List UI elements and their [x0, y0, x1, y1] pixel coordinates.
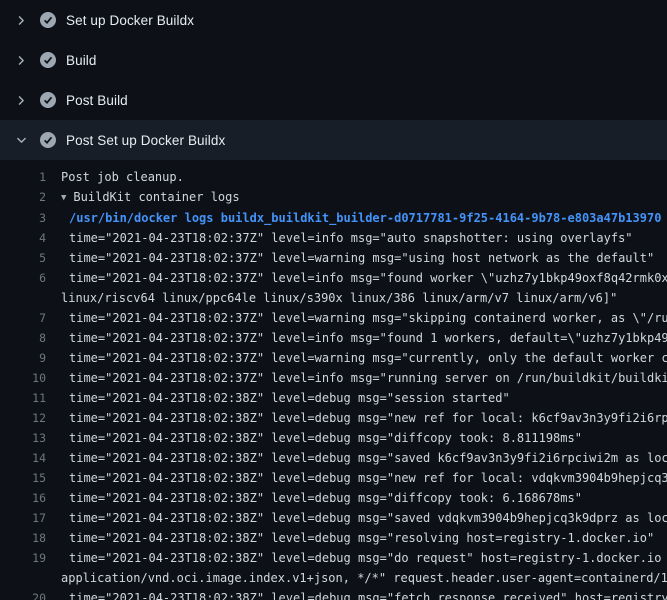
line-number: [0, 288, 46, 308]
log-line: 19time="2021-04-23T18:02:38Z" level=debu…: [0, 548, 667, 568]
command-text: /usr/bin/docker logs buildx_buildkit_bui…: [46, 208, 667, 228]
log-text: time="2021-04-23T18:02:37Z" level=warnin…: [46, 248, 667, 268]
log-text: Post job cleanup.: [46, 167, 667, 187]
line-number[interactable]: 7: [0, 308, 46, 328]
log-text: time="2021-04-23T18:02:37Z" level=warnin…: [46, 348, 667, 368]
line-number[interactable]: 9: [0, 348, 46, 368]
line-number[interactable]: 13: [0, 428, 46, 448]
log-text: linux/riscv64 linux/ppc64le linux/s390x …: [46, 288, 667, 308]
check-circle-icon: [40, 12, 56, 28]
log-panel: 1Post job cleanup.2 ▼ BuildKit container l…: [0, 160, 667, 600]
line-number[interactable]: 8: [0, 328, 46, 348]
line-number[interactable]: 4: [0, 228, 46, 248]
log-text: time="2021-04-23T18:02:38Z" level=debug …: [46, 588, 667, 600]
log-line: 14time="2021-04-23T18:02:38Z" level=debu…: [0, 448, 667, 468]
line-number[interactable]: 17: [0, 508, 46, 528]
line-number[interactable]: 12: [0, 408, 46, 428]
line-number[interactable]: 11: [0, 388, 46, 408]
step-header-post-set-up-docker-buildx[interactable]: Post Set up Docker Buildx: [0, 120, 667, 160]
log-line-continuation: application/vnd.oci.image.index.v1+json,…: [0, 568, 667, 588]
log-text: time="2021-04-23T18:02:37Z" level=info m…: [46, 268, 667, 288]
line-number[interactable]: 6: [0, 268, 46, 288]
log-text: time="2021-04-23T18:02:38Z" level=debug …: [46, 448, 667, 468]
log-line: 15time="2021-04-23T18:02:38Z" level=debu…: [0, 468, 667, 488]
log-text: time="2021-04-23T18:02:38Z" level=debug …: [46, 388, 667, 408]
log-group-label: BuildKit container logs: [73, 190, 239, 204]
line-number[interactable]: 20: [0, 588, 46, 600]
check-circle-icon: [40, 52, 56, 68]
log-line: 12time="2021-04-23T18:02:38Z" level=debu…: [0, 408, 667, 428]
check-circle-icon: [40, 132, 56, 148]
chevron-right-icon: [13, 12, 29, 28]
line-number[interactable]: 14: [0, 448, 46, 468]
line-number[interactable]: 15: [0, 468, 46, 488]
log-line: 10time="2021-04-23T18:02:37Z" level=info…: [0, 368, 667, 388]
log-line: 18time="2021-04-23T18:02:38Z" level=debu…: [0, 528, 667, 548]
log-line: 11time="2021-04-23T18:02:38Z" level=debu…: [0, 388, 667, 408]
log-text: time="2021-04-23T18:02:38Z" level=debug …: [46, 428, 667, 448]
log-group-toggle[interactable]: ▼ BuildKit container logs: [46, 187, 667, 208]
log-text: time="2021-04-23T18:02:38Z" level=debug …: [46, 528, 667, 548]
log-line-continuation: linux/riscv64 linux/ppc64le linux/s390x …: [0, 288, 667, 308]
line-number: [0, 568, 46, 588]
check-circle-icon: [40, 92, 56, 108]
log-text: time="2021-04-23T18:02:38Z" level=debug …: [46, 488, 667, 508]
log-line: 3/usr/bin/docker logs buildx_buildkit_bu…: [0, 208, 667, 228]
log-line: 2 ▼ BuildKit container logs: [0, 187, 667, 208]
step-label: Set up Docker Buildx: [66, 13, 194, 28]
log-line: 13time="2021-04-23T18:02:38Z" level=debu…: [0, 428, 667, 448]
log-line: 20time="2021-04-23T18:02:38Z" level=debu…: [0, 588, 667, 600]
log-line: 8time="2021-04-23T18:02:37Z" level=info …: [0, 328, 667, 348]
chevron-right-icon: [13, 92, 29, 108]
log-text: time="2021-04-23T18:02:37Z" level=info m…: [46, 328, 667, 348]
log-line: 9time="2021-04-23T18:02:37Z" level=warni…: [0, 348, 667, 368]
steps-list: Set up Docker Buildx Build Post Build Post …: [0, 0, 667, 160]
log-text: application/vnd.oci.image.index.v1+json,…: [46, 568, 667, 588]
log-line: 16time="2021-04-23T18:02:38Z" level=debu…: [0, 488, 667, 508]
chevron-right-icon: [13, 52, 29, 68]
line-number[interactable]: 10: [0, 368, 46, 388]
log-text: time="2021-04-23T18:02:38Z" level=debug …: [46, 408, 667, 428]
step-label: Post Build: [66, 93, 128, 108]
log-text: time="2021-04-23T18:02:37Z" level=info m…: [46, 368, 667, 388]
step-header-build[interactable]: Build: [0, 40, 667, 80]
chevron-down-icon: [13, 132, 29, 148]
step-label: Build: [66, 53, 97, 68]
log-text: time="2021-04-23T18:02:38Z" level=debug …: [46, 548, 667, 568]
log-line: 1Post job cleanup.: [0, 167, 667, 187]
log-text: time="2021-04-23T18:02:37Z" level=info m…: [46, 228, 667, 248]
line-number[interactable]: 1: [0, 167, 46, 187]
line-number[interactable]: 3: [0, 208, 46, 228]
log-line: 5time="2021-04-23T18:02:37Z" level=warni…: [0, 248, 667, 268]
log-line: 17time="2021-04-23T18:02:38Z" level=debu…: [0, 508, 667, 528]
log-line: 6time="2021-04-23T18:02:37Z" level=info …: [0, 268, 667, 288]
line-number[interactable]: 16: [0, 488, 46, 508]
log-text: time="2021-04-23T18:02:37Z" level=warnin…: [46, 308, 667, 328]
line-number[interactable]: 19: [0, 548, 46, 568]
line-number[interactable]: 5: [0, 248, 46, 268]
step-header-post-build[interactable]: Post Build: [0, 80, 667, 120]
line-number[interactable]: 18: [0, 528, 46, 548]
triangle-down-icon: ▼: [61, 188, 66, 208]
line-number[interactable]: 2: [0, 187, 46, 208]
actions-log-viewer: Set up Docker Buildx Build Post Build Post …: [0, 0, 667, 600]
log-text: time="2021-04-23T18:02:38Z" level=debug …: [46, 468, 667, 488]
log-line: 4time="2021-04-23T18:02:37Z" level=info …: [0, 228, 667, 248]
step-header-set-up-docker-buildx[interactable]: Set up Docker Buildx: [0, 0, 667, 40]
log-text: time="2021-04-23T18:02:38Z" level=debug …: [46, 508, 667, 528]
step-label: Post Set up Docker Buildx: [66, 133, 225, 148]
log-line: 7time="2021-04-23T18:02:37Z" level=warni…: [0, 308, 667, 328]
